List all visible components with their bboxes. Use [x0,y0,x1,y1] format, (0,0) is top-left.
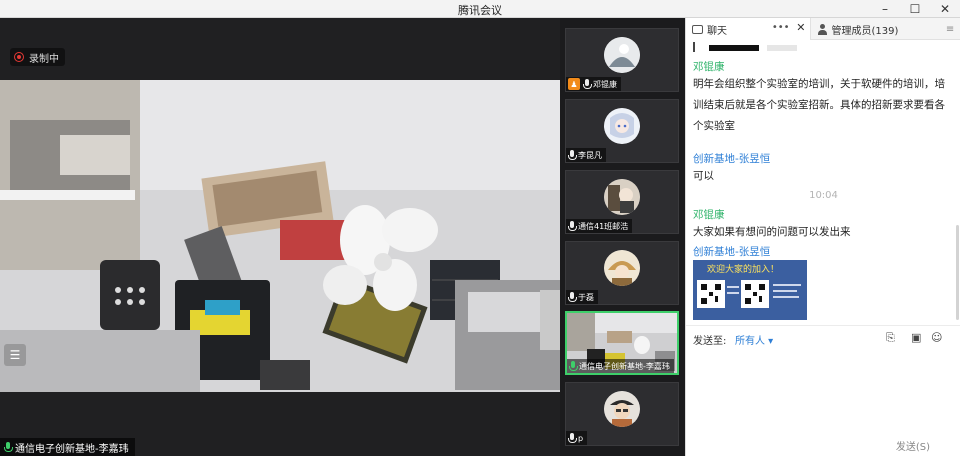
participant-name: 邓锟康 [593,79,617,89]
panel-menu-button[interactable]: ≡ [940,18,960,40]
participant-name: 于磊 [578,292,594,302]
participant-tile[interactable]: ♟ 邓锟康 [565,28,679,92]
participant-tile-active[interactable]: 通信电子创新基地-李嘉玮 [565,311,679,375]
meeting-window: 腾讯会议 – ☐ ✕ 录制中 ☰ 通信电子创新基地-李嘉玮 ♟ 邓锟康 李昆凡 … [0,0,960,456]
send-button[interactable]: 发送(S) [896,438,930,453]
more-options-button[interactable]: ••• [772,22,790,33]
tab-members-label: 管理成员(139) [831,25,899,37]
close-chat-button[interactable]: ✕ [796,21,805,34]
message-sender[interactable]: 邓锟康 [693,59,725,74]
participant-tile[interactable]: 通信41班邮浩 [565,170,679,234]
minimize-button[interactable]: – [870,0,900,18]
title-bar: 腾讯会议 – ☐ ✕ [0,0,960,18]
send-to-label: 发送至: [693,336,727,347]
avatar [604,179,640,215]
message-image[interactable]: 欢迎大家的加入！ [693,260,807,320]
record-icon [14,52,24,62]
participant-label: 通信电子创新基地-李嘉玮 [567,359,674,373]
chat-scrollbar[interactable] [956,225,959,320]
mic-on-icon [4,441,13,453]
message-text: 大家如果有想问的问题可以发出来 [693,226,851,238]
participant-label: p [566,431,588,445]
participant-label: 于磊 [566,290,598,304]
mic-on-icon [569,360,578,372]
send-to-bar: 发送至: 所有人 ▾ ⎘ ▣ ☺ [686,325,960,349]
file-icon[interactable]: ⎘ [886,331,895,345]
message-timestamp: 10:04 [809,190,838,201]
message-input[interactable] [686,349,960,434]
message-text: 明年会组织整个实验室的培训，关于软硬件的培训，培训结束后就是各个实验室招新。具体… [693,78,945,132]
message-text: 可以 [693,170,714,182]
main-speaker-tag: 通信电子创新基地-李嘉玮 [0,438,135,456]
participant-label: 李昆凡 [566,148,606,162]
list-toggle-button[interactable]: ☰ [4,344,26,366]
participant-tile[interactable]: 于磊 [565,241,679,305]
window-controls: – ☐ ✕ [870,0,960,18]
main-speaker-name: 通信电子创新基地-李嘉玮 [15,443,129,455]
maximize-button[interactable]: ☐ [900,0,930,18]
participant-name: 通信电子创新基地-李嘉玮 [579,361,670,371]
mic-icon [568,291,577,303]
screenshot-icon[interactable]: ▣ [911,331,921,344]
video-frame-image [0,80,560,392]
participant-tile[interactable]: 李昆凡 [565,99,679,163]
message-sender[interactable]: 创新基地-张昱恒 [693,244,770,259]
avatar [604,108,640,144]
participant-name: 通信41班邮浩 [578,221,629,231]
message-sender[interactable]: 邓锟康 [693,207,725,222]
participant-name: p [578,433,584,443]
panel-tabs: 聊天 ••• ✕ 管理成员(139) ≡ [686,18,960,40]
avatar [604,391,640,427]
chat-icon [692,24,703,34]
close-window-button[interactable]: ✕ [930,0,960,18]
message-sender[interactable]: 创新基地-张昱恒 [693,151,770,166]
recording-label: 录制中 [29,53,59,65]
avatar [604,37,640,73]
user-settings-icon[interactable]: ☺ [931,331,942,344]
tab-members[interactable]: 管理成员(139) [811,18,940,40]
main-video-area[interactable]: 录制中 ☰ 通信电子创新基地-李嘉玮 [0,18,560,456]
participant-label: ♟ 邓锟康 [566,77,621,91]
chat-messages[interactable]: 邓锟康 明年会组织整个实验室的培训，关于软硬件的培训，培训结束后就是各个实验室招… [686,40,960,325]
truncated-message [693,42,803,52]
avatar [604,250,640,286]
participant-name: 李昆凡 [578,150,602,160]
side-panel: 聊天 ••• ✕ 管理成员(139) ≡ 邓锟康 明年会组织整个实验室的培训，关… [685,18,960,456]
members-icon [817,23,828,35]
tab-chat[interactable]: 聊天 ••• ✕ [686,18,811,40]
recording-badge[interactable]: 录制中 [10,48,65,66]
mic-icon [568,432,577,444]
participant-label: 通信41班邮浩 [566,219,633,233]
mic-icon [568,149,577,161]
mic-icon [568,220,577,232]
participant-tile[interactable]: p [565,382,679,446]
participant-thumbnails: ♟ 邓锟康 李昆凡 通信41班邮浩 于磊 通信电子创新基地-李嘉玮 p [560,18,685,456]
tab-chat-label: 聊天 [707,25,727,37]
qr-code-image [697,280,801,308]
window-title: 腾讯会议 [458,4,502,17]
host-icon: ♟ [568,78,580,90]
send-to-dropdown[interactable]: 所有人 ▾ [735,332,773,347]
mic-icon [583,78,592,90]
main-video-feed [0,80,560,392]
